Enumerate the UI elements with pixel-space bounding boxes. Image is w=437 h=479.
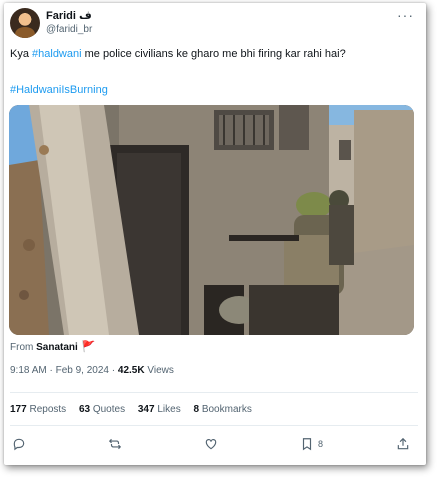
reply-button[interactable] xyxy=(12,437,30,455)
bookmarks-stat[interactable]: 8 Bookmarks xyxy=(193,404,251,415)
views-count: 42.5K xyxy=(117,365,145,376)
tweet-date[interactable]: Feb 9, 2024 xyxy=(56,365,109,376)
hashtag-haldwani[interactable]: #haldwani xyxy=(32,48,82,60)
user-handle[interactable]: @faridi_br xyxy=(46,24,92,35)
engagement-stats: 177 Reposts 63 Quotes 347 Likes 8 Bookma… xyxy=(10,404,262,415)
reposts-count: 177 xyxy=(10,404,27,415)
video-frame xyxy=(9,105,414,335)
source-name[interactable]: Sanatani xyxy=(36,342,78,353)
bookmark-count: 8 xyxy=(318,439,324,449)
action-bar: 8 xyxy=(4,435,426,457)
bookmarks-label: Bookmarks xyxy=(201,404,252,415)
quotes-stat[interactable]: 63 Quotes xyxy=(79,404,125,415)
like-button[interactable] xyxy=(204,437,222,455)
meta-separator: · xyxy=(111,365,116,376)
heart-icon xyxy=(205,439,217,450)
share-button[interactable] xyxy=(396,437,414,455)
tweet-text-suffix: me police civilians ke gharo me bhi firi… xyxy=(81,48,346,60)
meta-separator: · xyxy=(49,365,53,376)
reposts-stat[interactable]: 177 Reposts xyxy=(10,404,66,415)
bookmark-icon xyxy=(302,438,312,451)
repost-button[interactable] xyxy=(108,437,126,455)
source-label: From xyxy=(10,342,34,353)
bookmark-button[interactable]: 8 xyxy=(300,437,323,455)
likes-label: Likes xyxy=(157,404,181,415)
tweet-meta: 9:18 AM · Feb 9, 2024 · 42.5K Views xyxy=(10,365,174,376)
video-media[interactable] xyxy=(9,105,414,335)
avatar[interactable] xyxy=(10,8,40,38)
display-name[interactable]: Faridi ف xyxy=(46,9,92,22)
likes-count: 347 xyxy=(137,404,155,415)
flag-icon: 🚩 xyxy=(81,341,96,353)
quotes-count: 63 xyxy=(78,404,91,415)
likes-stat[interactable]: 347 Likes xyxy=(138,404,181,415)
source-line: From Sanatani 🚩 xyxy=(10,340,96,353)
more-horizontal-icon[interactable]: ··· xyxy=(397,7,414,23)
share-icon xyxy=(397,437,409,450)
tweet-card: Faridi ف @faridi_br ··· Kya #haldwani me… xyxy=(4,3,426,465)
bookmarks-count: 8 xyxy=(193,404,200,415)
tweet-header: Faridi ف @faridi_br ··· xyxy=(4,3,426,47)
repost-icon xyxy=(108,438,122,450)
tweet-text-prefix: Kya xyxy=(10,48,33,60)
reposts-label: Reposts xyxy=(29,404,67,415)
quotes-label: Quotes xyxy=(92,404,126,415)
views-label: Views xyxy=(147,365,174,376)
tweet-text: Kya #haldwani me police civilians ke gha… xyxy=(10,48,420,60)
hashtag-haldwaniisburning[interactable]: #HaldwaniIsBurning xyxy=(10,84,108,96)
tweet-time[interactable]: 9:18 AM xyxy=(10,365,47,376)
divider xyxy=(10,425,418,426)
reply-icon xyxy=(13,438,25,451)
divider xyxy=(10,392,418,393)
